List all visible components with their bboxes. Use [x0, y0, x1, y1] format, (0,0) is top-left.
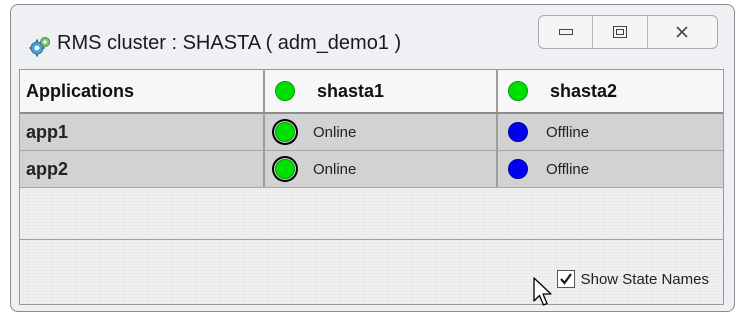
node-name-label: shasta1	[317, 80, 385, 101]
show-state-names-label: Show State Names	[580, 270, 709, 288]
column-header-shasta2[interactable]: shasta2	[498, 70, 723, 112]
table-row[interactable]: app2 Online Offline	[20, 151, 723, 188]
app-name-cell[interactable]: app2	[20, 151, 265, 187]
state-label: Online	[313, 123, 357, 141]
offline-state-icon	[508, 122, 528, 142]
show-state-names-toggle[interactable]: Show State Names	[556, 270, 709, 288]
close-icon	[676, 26, 688, 38]
minimize-icon	[558, 29, 573, 35]
online-state-icon	[275, 122, 295, 142]
application-state-grid: Applications shasta1 shasta2 app1 Online	[20, 70, 723, 240]
app-state-cell[interactable]: Offline	[498, 151, 723, 187]
node-status-online-icon	[508, 81, 528, 101]
state-label: Offline	[546, 160, 590, 178]
table-header-row: Applications shasta1 shasta2	[20, 70, 723, 114]
window-title: RMS cluster : SHASTA ( adm_demo1 )	[57, 32, 402, 54]
cluster-table-panel: Applications shasta1 shasta2 app1 Online	[19, 69, 724, 305]
offline-state-icon	[508, 159, 528, 179]
window-controls	[538, 15, 718, 49]
mouse-pointer-icon	[533, 277, 552, 306]
restore-icon	[612, 26, 627, 38]
node-status-online-icon	[275, 81, 295, 101]
state-label: Online	[313, 160, 357, 178]
rms-cluster-window: RMS cluster : SHASTA ( adm_demo1 ) Appli…	[10, 4, 735, 312]
restore-button[interactable]	[593, 16, 648, 48]
state-label: Offline	[546, 123, 590, 141]
app-state-cell[interactable]: Online	[265, 151, 498, 187]
node-name-label: shasta2	[550, 80, 618, 101]
table-row[interactable]: app1 Online Offline	[20, 114, 723, 151]
checkmark-icon	[559, 273, 572, 285]
show-state-names-checkbox[interactable]	[556, 270, 575, 288]
app-name-label: app1	[26, 121, 69, 142]
app-state-cell[interactable]: Online	[265, 114, 498, 150]
app-name-label: app2	[26, 158, 69, 179]
column-header-shasta1[interactable]: shasta1	[265, 70, 498, 112]
column-header-applications[interactable]: Applications	[20, 70, 265, 112]
cluster-gear-icon	[29, 37, 50, 57]
minimize-button[interactable]	[539, 16, 594, 48]
close-button[interactable]	[648, 16, 717, 48]
online-state-icon	[275, 159, 295, 179]
app-state-cell[interactable]: Offline	[498, 114, 723, 150]
title-bar[interactable]: RMS cluster : SHASTA ( adm_demo1 )	[11, 5, 734, 69]
applications-header-label: Applications	[26, 80, 135, 101]
app-name-cell[interactable]: app1	[20, 114, 265, 150]
